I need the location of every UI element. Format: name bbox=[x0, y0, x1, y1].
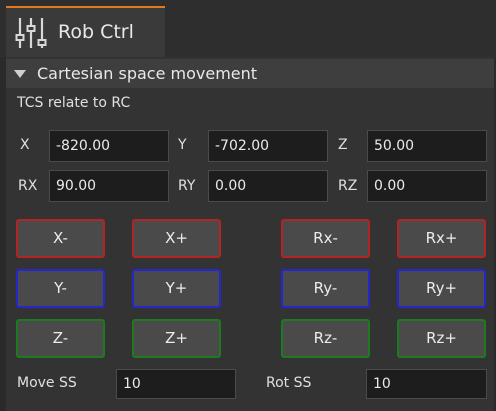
z-field[interactable]: 50.00 bbox=[367, 130, 487, 162]
cartesian-panel: Cartesian space movement TCS relate to R… bbox=[6, 57, 494, 411]
rot-speed-field[interactable]: 10 bbox=[366, 369, 487, 399]
y-plus-button[interactable]: Y+ bbox=[132, 269, 221, 308]
y-minus-button[interactable]: Y- bbox=[16, 269, 105, 308]
ry-plus-button[interactable]: Ry+ bbox=[397, 269, 486, 308]
reference-frame-label: TCS relate to RC bbox=[17, 95, 131, 111]
z-plus-button[interactable]: Z+ bbox=[132, 319, 221, 358]
rz-field[interactable]: 0.00 bbox=[367, 170, 487, 202]
rot-speed-label: Rot SS bbox=[266, 375, 312, 391]
triangle-down-icon[interactable] bbox=[14, 70, 26, 78]
section-title: Cartesian space movement bbox=[37, 64, 258, 83]
ry-minus-button[interactable]: Ry- bbox=[281, 269, 370, 308]
tab-label: Rob Ctrl bbox=[58, 21, 134, 43]
move-speed-field[interactable]: 10 bbox=[116, 369, 236, 399]
rz-minus-button[interactable]: Rz- bbox=[281, 319, 370, 358]
z-minus-button[interactable]: Z- bbox=[16, 319, 105, 358]
rz-label: RZ bbox=[338, 178, 358, 194]
x-plus-button[interactable]: X+ bbox=[132, 219, 221, 258]
rz-plus-button[interactable]: Rz+ bbox=[397, 319, 486, 358]
move-speed-label: Move SS bbox=[17, 375, 77, 391]
x-label: X bbox=[20, 137, 30, 153]
x-field[interactable]: -820.00 bbox=[49, 130, 169, 162]
rx-field[interactable]: 90.00 bbox=[49, 170, 169, 202]
ry-field[interactable]: 0.00 bbox=[208, 170, 328, 202]
rx-label: RX bbox=[18, 178, 38, 194]
x-minus-button[interactable]: X- bbox=[16, 219, 105, 258]
sliders-icon bbox=[15, 18, 47, 48]
tab-rob-ctrl[interactable]: Rob Ctrl bbox=[6, 6, 165, 57]
section-header[interactable]: Cartesian space movement bbox=[6, 59, 494, 88]
y-field[interactable]: -702.00 bbox=[208, 130, 328, 162]
ry-label: RY bbox=[178, 178, 196, 194]
z-label: Z bbox=[338, 137, 348, 153]
rx-minus-button[interactable]: Rx- bbox=[281, 219, 370, 258]
y-label: Y bbox=[178, 137, 187, 153]
tab-bar: Rob Ctrl bbox=[0, 0, 496, 57]
rx-plus-button[interactable]: Rx+ bbox=[397, 219, 486, 258]
